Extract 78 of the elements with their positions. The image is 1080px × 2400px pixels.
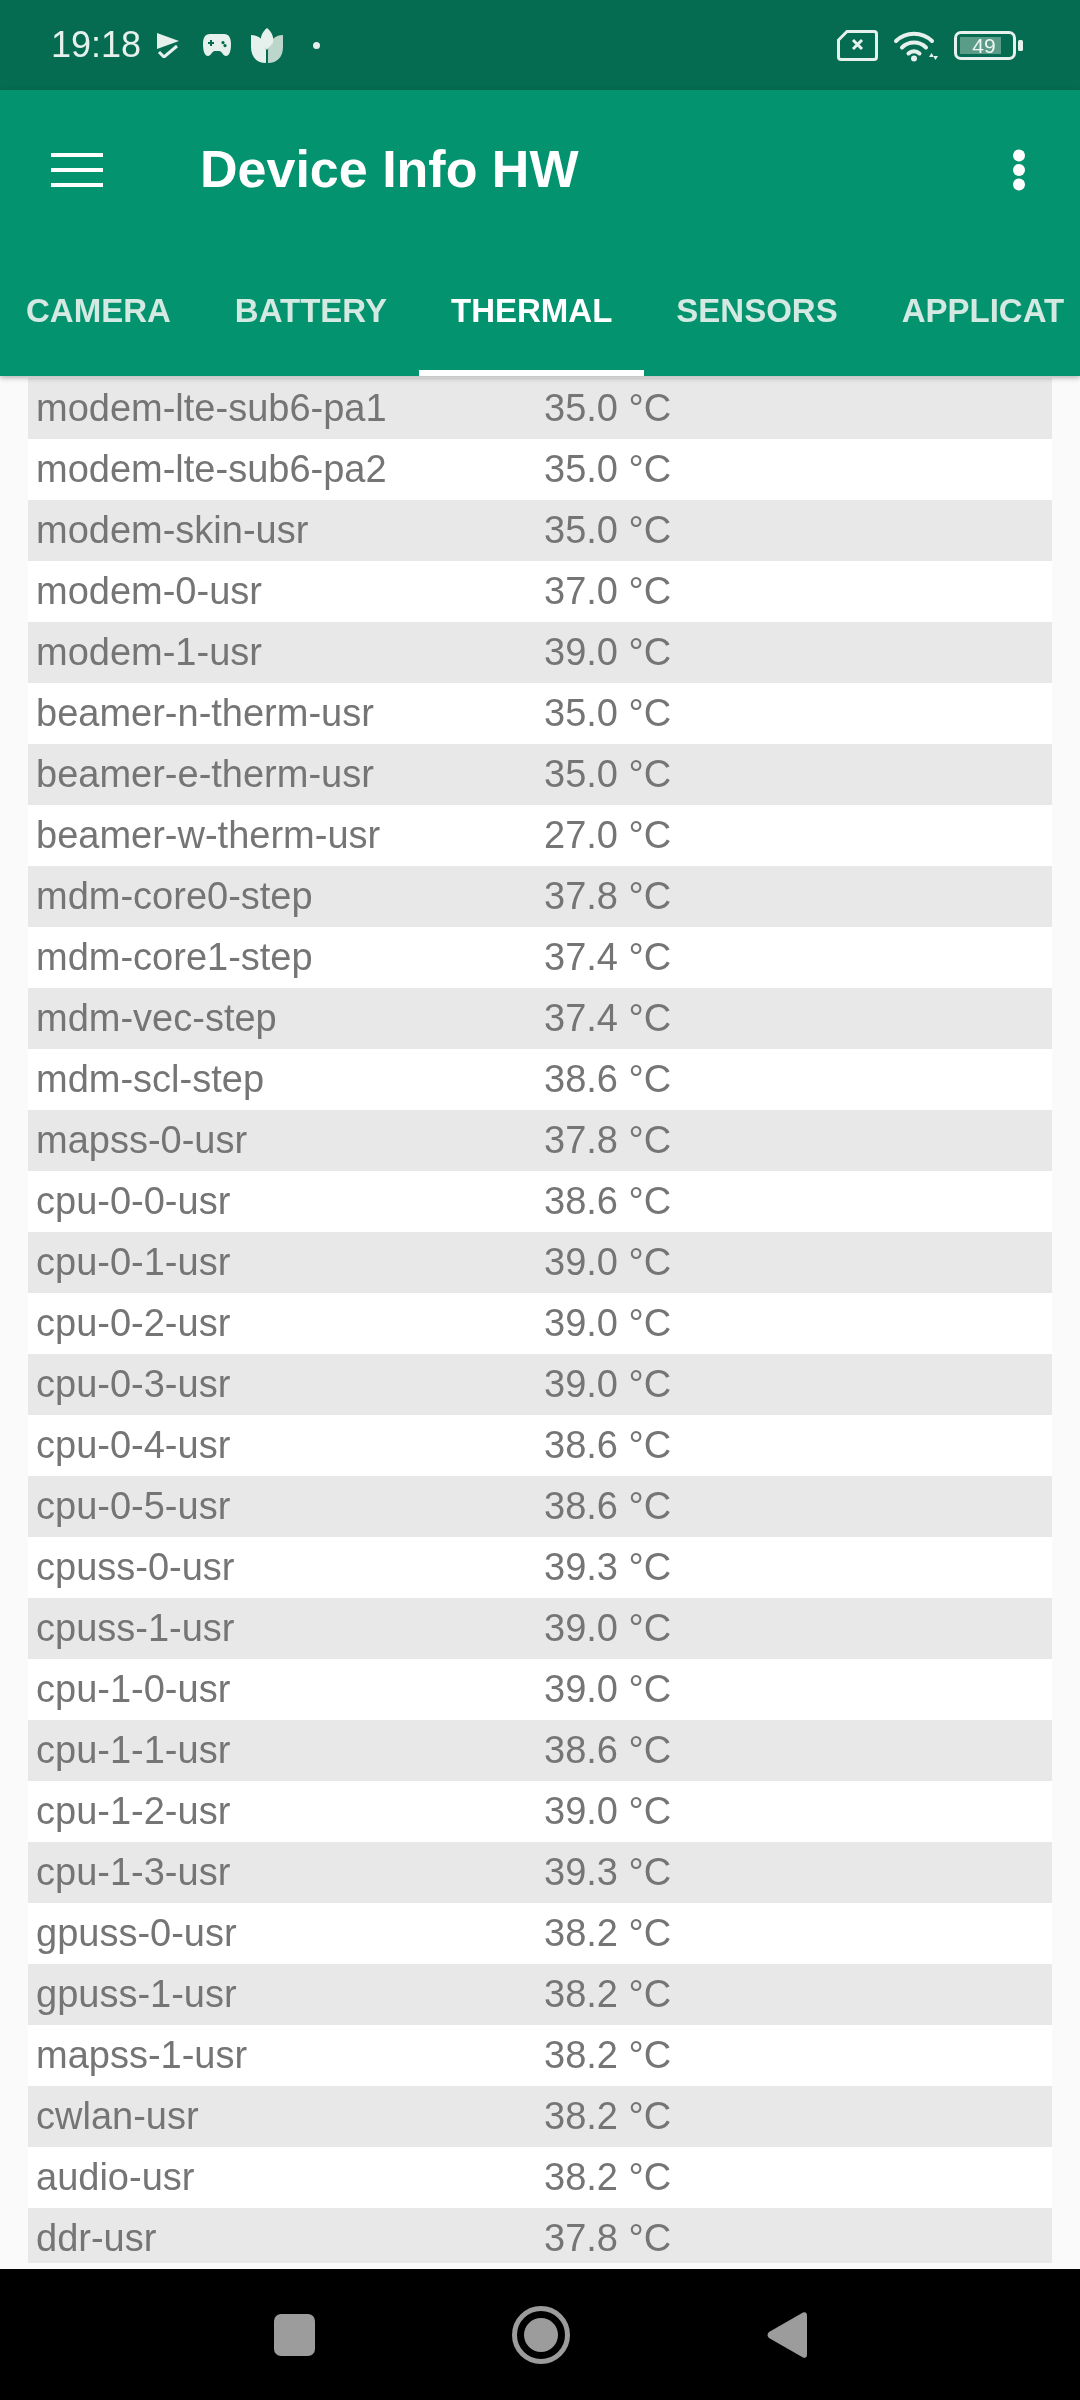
sensor-name: cwlan-usr (36, 2094, 199, 2139)
sensor-name: cpu-1-1-usr (36, 1728, 231, 1773)
sensor-name: mdm-core0-step (36, 874, 313, 919)
sensor-name: cpuss-1-usr (36, 1606, 235, 1651)
temperature-value: 38.2 °C (544, 1911, 672, 1956)
temperature-value: 39.0 °C (544, 630, 672, 675)
sensor-name: ddr-usr (36, 2216, 157, 2261)
sensor-name: mapss-1-usr (36, 2033, 248, 2078)
temperature-value: 37.8 °C (544, 874, 672, 919)
tab[interactable]: APPLICAT (869, 250, 1080, 376)
temperature-value: 37.0 °C (544, 569, 672, 614)
status-time: 19:18 (51, 27, 142, 63)
sensor-name: cpuss-0-usr (36, 1545, 235, 1590)
sensor-name: beamer-w-therm-usr (36, 813, 381, 858)
app-title: Device Info HW (200, 140, 579, 200)
temperature-value: 37.8 °C (544, 1118, 672, 1163)
sensor-name: beamer-e-therm-usr (36, 752, 374, 797)
back-icon[interactable] (766, 2310, 807, 2359)
temperature-value: 38.2 °C (544, 1972, 672, 2017)
temperature-value: 37.8 °C (544, 2216, 672, 2261)
sensor-name: mdm-vec-step (36, 996, 277, 1041)
square-icon[interactable] (273, 2313, 315, 2356)
temperature-value: 35.0 °C (544, 691, 672, 736)
menu-icon[interactable] (51, 153, 103, 187)
temperature-value: 37.4 °C (544, 935, 672, 980)
temperature-value: 38.6 °C (544, 1179, 672, 1224)
sensor-name: cpu-0-0-usr (36, 1179, 231, 1224)
temperature-value: 39.0 °C (544, 1362, 672, 1407)
temperature-value: 38.6 °C (544, 1057, 672, 1102)
sensor-name: gpuss-1-usr (36, 1972, 237, 2017)
sensor-name: mdm-core1-step (36, 935, 313, 980)
sensor-name: cpu-0-3-usr (36, 1362, 231, 1407)
temperature-value: 37.4 °C (544, 996, 672, 1041)
sensor-name: gpuss-0-usr (36, 1911, 237, 1956)
temperature-value: 39.0 °C (544, 1301, 672, 1346)
battery-percent: 49 (972, 34, 996, 56)
sensor-name: modem-1-usr (36, 630, 262, 675)
temperature-value: 38.6 °C (544, 1728, 672, 1773)
sensor-name: cpu-0-2-usr (36, 1301, 231, 1346)
flower-icon (249, 26, 286, 64)
temperature-value: 39.3 °C (544, 1545, 672, 1590)
temperature-value: 39.3 °C (544, 1850, 672, 1895)
temperature-value: 39.0 °C (544, 1789, 672, 1834)
ring-icon[interactable] (511, 2305, 570, 2364)
temperature-value: 35.0 °C (544, 447, 672, 492)
sensor-name: cpu-0-1-usr (36, 1240, 231, 1285)
sensor-name: cpu-1-3-usr (36, 1850, 231, 1895)
sensor-name: modem-0-usr (36, 569, 262, 614)
sensor-name: cpu-0-5-usr (36, 1484, 231, 1529)
temperature-value: 38.6 °C (544, 1423, 672, 1468)
temperature-value: 35.0 °C (544, 752, 672, 797)
vertical-dots-icon[interactable] (1012, 149, 1026, 191)
temperature-value: 27.0 °C (544, 813, 672, 858)
sensor-name: modem-lte-sub6-pa2 (36, 447, 387, 492)
sim-card-x-icon (837, 29, 878, 61)
sensor-name: cpu-1-2-usr (36, 1789, 231, 1834)
temperature-value: 39.0 °C (544, 1606, 672, 1651)
sensor-name: mapss-0-usr (36, 1118, 248, 1163)
tab[interactable]: CAMERA (0, 250, 203, 376)
tab[interactable]: SENSORS (644, 250, 870, 376)
sensor-name: modem-lte-sub6-pa1 (36, 386, 387, 431)
sensor-name: beamer-n-therm-usr (36, 691, 374, 736)
sensor-name: cpu-1-0-usr (36, 1667, 231, 1712)
temperature-value: 39.0 °C (544, 1667, 672, 1712)
sensor-name: mdm-scl-step (36, 1057, 265, 1102)
temperature-value: 38.6 °C (544, 1484, 672, 1529)
temperature-value: 38.2 °C (544, 2033, 672, 2078)
sensor-name: audio-usr (36, 2155, 195, 2200)
temperature-value: 39.0 °C (544, 1240, 672, 1285)
temperature-value: 35.0 °C (544, 508, 672, 553)
temperature-value: 35.0 °C (544, 386, 672, 431)
sensor-name: cpu-0-4-usr (36, 1423, 231, 1468)
gamepad-icon (202, 33, 233, 57)
tab[interactable]: BATTERY (202, 250, 419, 376)
temperature-value: 38.2 °C (544, 2094, 672, 2139)
dot-icon (313, 41, 321, 49)
sensor-name: modem-skin-usr (36, 508, 309, 553)
temperature-value: 38.2 °C (544, 2155, 672, 2200)
